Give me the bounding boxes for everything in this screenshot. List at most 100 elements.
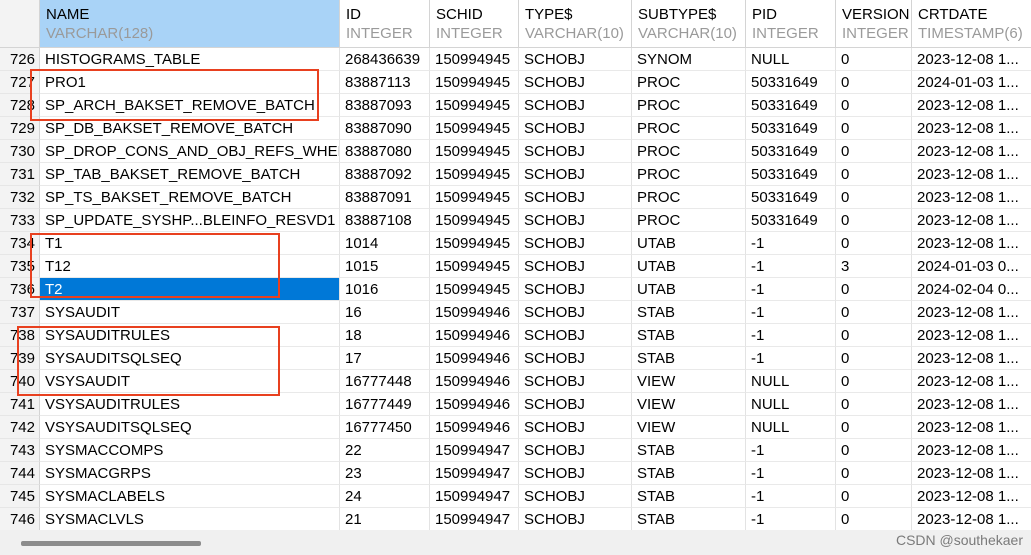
cell-id[interactable]: 268436639 <box>340 48 430 71</box>
cell-schid[interactable]: 150994947 <box>430 439 519 462</box>
cell-crtdate[interactable]: 2023-12-08 1... <box>912 163 1031 186</box>
cell-name[interactable]: SYSMACLVLS <box>40 508 340 530</box>
cell-id[interactable]: 83887092 <box>340 163 430 186</box>
cell-crtdate[interactable]: 2023-12-08 1... <box>912 140 1031 163</box>
cell-pid[interactable]: 50331649 <box>746 94 836 117</box>
row-number[interactable]: 745 <box>0 485 40 508</box>
cell-id[interactable]: 16777450 <box>340 416 430 439</box>
column-header-crtdate[interactable]: CRTDATE TIMESTAMP(6) <box>912 0 1031 48</box>
cell-pid[interactable]: -1 <box>746 347 836 370</box>
cell-version[interactable]: 0 <box>836 370 912 393</box>
cell-type[interactable]: SCHOBJ <box>519 255 632 278</box>
row-number[interactable]: 737 <box>0 301 40 324</box>
cell-name[interactable]: SYSAUDITRULES <box>40 324 340 347</box>
cell-name[interactable]: VSYSAUDITSQLSEQ <box>40 416 340 439</box>
cell-subtype[interactable]: PROC <box>632 71 746 94</box>
cell-crtdate[interactable]: 2023-12-08 1... <box>912 301 1031 324</box>
cell-type[interactable]: SCHOBJ <box>519 232 632 255</box>
grid-corner[interactable] <box>0 0 40 48</box>
cell-crtdate[interactable]: 2023-12-08 1... <box>912 416 1031 439</box>
cell-version[interactable]: 0 <box>836 393 912 416</box>
cell-name[interactable]: T1 <box>40 232 340 255</box>
cell-subtype[interactable]: PROC <box>632 117 746 140</box>
cell-id[interactable]: 83887113 <box>340 71 430 94</box>
cell-version[interactable]: 0 <box>836 186 912 209</box>
row-number[interactable]: 727 <box>0 71 40 94</box>
cell-crtdate[interactable]: 2023-12-08 1... <box>912 117 1031 140</box>
table-row[interactable]: 729 SP_DB_BAKSET_REMOVE_BATCH 83887090 1509… <box>0 117 1031 140</box>
cell-name[interactable]: PRO1 <box>40 71 340 94</box>
cell-version[interactable]: 0 <box>836 163 912 186</box>
cell-type[interactable]: SCHOBJ <box>519 278 632 301</box>
cell-type[interactable]: SCHOBJ <box>519 71 632 94</box>
cell-schid[interactable]: 150994945 <box>430 232 519 255</box>
table-row[interactable]: 731 SP_TAB_BAKSET_REMOVE_BATCH 83887092 150… <box>0 163 1031 186</box>
cell-crtdate[interactable]: 2023-12-08 1... <box>912 48 1031 71</box>
cell-type[interactable]: SCHOBJ <box>519 301 632 324</box>
row-number[interactable]: 742 <box>0 416 40 439</box>
cell-subtype[interactable]: STAB <box>632 347 746 370</box>
cell-version[interactable]: 0 <box>836 347 912 370</box>
cell-subtype[interactable]: VIEW <box>632 416 746 439</box>
cell-type[interactable]: SCHOBJ <box>519 140 632 163</box>
cell-pid[interactable]: -1 <box>746 278 836 301</box>
cell-version[interactable]: 0 <box>836 439 912 462</box>
table-row[interactable]: 736 T2 1016 150994945 SCHOBJ UTAB -1 0 2024-02-0… <box>0 278 1031 301</box>
cell-type[interactable]: SCHOBJ <box>519 416 632 439</box>
cell-pid[interactable]: 50331649 <box>746 186 836 209</box>
cell-crtdate[interactable]: 2023-12-08 1... <box>912 186 1031 209</box>
row-number[interactable]: 741 <box>0 393 40 416</box>
cell-schid[interactable]: 150994945 <box>430 163 519 186</box>
cell-crtdate[interactable]: 2023-12-08 1... <box>912 485 1031 508</box>
cell-id[interactable]: 22 <box>340 439 430 462</box>
cell-crtdate[interactable]: 2023-12-08 1... <box>912 439 1031 462</box>
cell-version[interactable]: 0 <box>836 94 912 117</box>
row-number[interactable]: 738 <box>0 324 40 347</box>
cell-type[interactable]: SCHOBJ <box>519 163 632 186</box>
cell-type[interactable]: SCHOBJ <box>519 462 632 485</box>
cell-version[interactable]: 0 <box>836 462 912 485</box>
cell-crtdate[interactable]: 2024-01-03 1... <box>912 71 1031 94</box>
horizontal-scrollbar[interactable] <box>0 530 1031 555</box>
cell-type[interactable]: SCHOBJ <box>519 370 632 393</box>
cell-crtdate[interactable]: 2023-12-08 1... <box>912 393 1031 416</box>
table-row[interactable]: 741 VSYSAUDITRULES 16777449 150994946 SCHOBJ… <box>0 393 1031 416</box>
cell-type[interactable]: SCHOBJ <box>519 439 632 462</box>
cell-crtdate[interactable]: 2023-12-08 1... <box>912 209 1031 232</box>
cell-name[interactable]: VSYSAUDITRULES <box>40 393 340 416</box>
column-header-schid[interactable]: SCHID INTEGER <box>430 0 519 48</box>
cell-name[interactable]: SYSMACLABELS <box>40 485 340 508</box>
cell-version[interactable]: 3 <box>836 255 912 278</box>
table-row[interactable]: 737 SYSAUDIT 16 150994946 SCHOBJ STAB -1 0 2023-… <box>0 301 1031 324</box>
table-row[interactable]: 730 SP_DROP_CONS_AND_OBJ_REFS_WHEN_ 838870… <box>0 140 1031 163</box>
cell-type[interactable]: SCHOBJ <box>519 324 632 347</box>
row-number[interactable]: 746 <box>0 508 40 530</box>
cell-crtdate[interactable]: 2024-01-03 0... <box>912 255 1031 278</box>
cell-schid[interactable]: 150994946 <box>430 416 519 439</box>
cell-type[interactable]: SCHOBJ <box>519 393 632 416</box>
cell-id[interactable]: 16 <box>340 301 430 324</box>
cell-crtdate[interactable]: 2023-12-08 1... <box>912 370 1031 393</box>
cell-type[interactable]: SCHOBJ <box>519 347 632 370</box>
cell-version[interactable]: 0 <box>836 209 912 232</box>
cell-name[interactable]: SYSMACGRPS <box>40 462 340 485</box>
cell-version[interactable]: 0 <box>836 508 912 530</box>
row-number[interactable]: 743 <box>0 439 40 462</box>
cell-schid[interactable]: 150994945 <box>430 140 519 163</box>
cell-id[interactable]: 83887090 <box>340 117 430 140</box>
cell-subtype[interactable]: VIEW <box>632 370 746 393</box>
column-header-id[interactable]: ID INTEGER <box>340 0 430 48</box>
scrollbar-thumb[interactable] <box>21 541 201 546</box>
cell-pid[interactable]: 50331649 <box>746 163 836 186</box>
table-row[interactable]: 740 VSYSAUDIT 16777448 150994946 SCHOBJ VIEW N… <box>0 370 1031 393</box>
cell-pid[interactable]: 50331649 <box>746 209 836 232</box>
table-row[interactable]: 726 HISTOGRAMS_TABLE 268436639 150994945 SCH… <box>0 48 1031 71</box>
cell-type[interactable]: SCHOBJ <box>519 94 632 117</box>
cell-name[interactable]: VSYSAUDIT <box>40 370 340 393</box>
table-row[interactable]: 746 SYSMACLVLS 21 150994947 SCHOBJ STAB -1 0 202… <box>0 508 1031 530</box>
row-number[interactable]: 734 <box>0 232 40 255</box>
cell-pid[interactable]: -1 <box>746 508 836 530</box>
cell-schid[interactable]: 150994945 <box>430 94 519 117</box>
cell-subtype[interactable]: STAB <box>632 462 746 485</box>
cell-schid[interactable]: 150994946 <box>430 347 519 370</box>
